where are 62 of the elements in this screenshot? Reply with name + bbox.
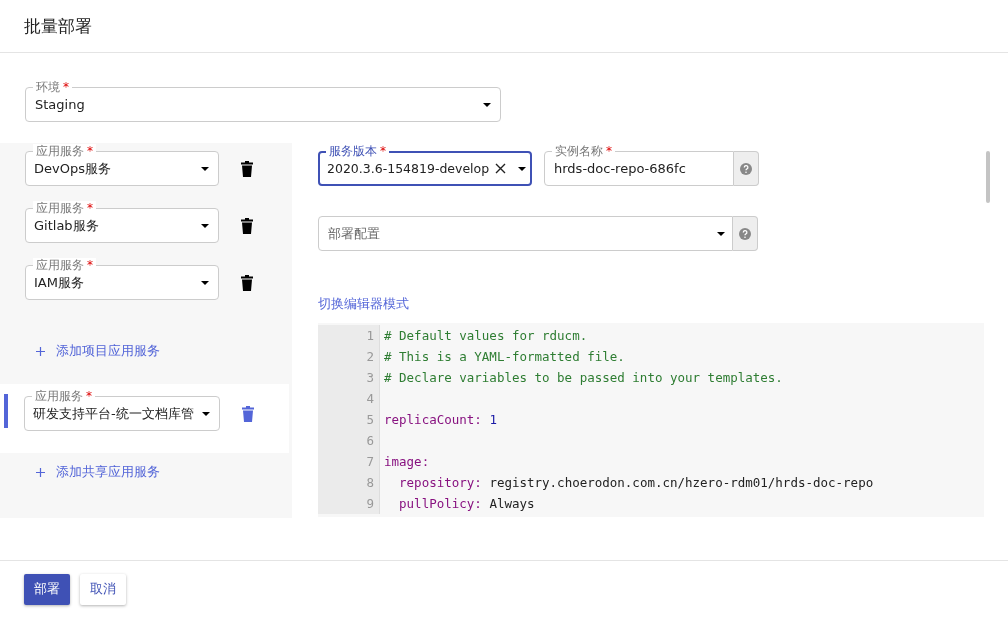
- field-label: 应用服务: [36, 258, 84, 273]
- help-icon: [740, 162, 752, 175]
- line-number: 4: [318, 388, 380, 409]
- code-line: replicaCount: 1: [384, 411, 497, 429]
- line-number: 3: [318, 367, 380, 388]
- required-mark: *: [86, 389, 92, 404]
- field-label: 应用服务: [36, 144, 84, 159]
- editor-mode-link[interactable]: 切换编辑器模式: [318, 296, 409, 313]
- deploy-config-select[interactable]: 部署配置: [318, 216, 733, 251]
- plus-icon: [36, 467, 45, 477]
- required-mark: *: [606, 144, 612, 159]
- code-line: # Declare variables to be passed into your templates.: [384, 369, 783, 387]
- field-label: 环境: [36, 80, 60, 95]
- field-label: 实例名称: [555, 144, 603, 159]
- service-select[interactable]: 应用服务 * IAM服务: [25, 257, 219, 300]
- field-label: 应用服务: [35, 389, 83, 404]
- help-addon[interactable]: [734, 151, 759, 186]
- scrollbar[interactable]: [986, 151, 990, 203]
- code-line: # Default values for rducm.: [384, 327, 588, 345]
- required-mark: *: [87, 144, 93, 159]
- caret-icon: [717, 231, 725, 236]
- required-mark: *: [87, 201, 93, 216]
- delete-icon[interactable]: [241, 274, 253, 291]
- code-line: repository: registry.choerodon.com.cn/hzero-rdm01/hrds-doc-repo: [398, 474, 874, 492]
- service-select[interactable]: 应用服务 * Gitlab服务: [25, 200, 219, 243]
- line-number: 7: [318, 451, 380, 472]
- field-label: 服务版本: [329, 144, 377, 159]
- line-number: 8: [318, 472, 380, 493]
- cancel-button[interactable]: 取消: [80, 573, 126, 605]
- code-line: # This is a YAML-formatted file.: [384, 348, 625, 366]
- code-line: pullPolicy: Always: [398, 495, 535, 513]
- caret-icon: [201, 223, 209, 228]
- help-addon[interactable]: [733, 216, 758, 251]
- service-select[interactable]: 应用服务 * DevOps服务: [25, 143, 219, 186]
- caret-icon: [518, 166, 527, 171]
- required-mark: *: [63, 80, 69, 95]
- version-select[interactable]: 服务版本 * 2020.3.6-154819-develop: [318, 143, 532, 186]
- close-icon[interactable]: [495, 163, 507, 174]
- line-number: 1: [318, 325, 380, 346]
- environment-select[interactable]: 环境 * Staging: [25, 79, 501, 122]
- code-editor[interactable]: [318, 323, 984, 517]
- caret-icon: [202, 411, 210, 416]
- field-label: 应用服务: [36, 201, 84, 216]
- help-icon: [739, 227, 751, 240]
- plus-icon: [36, 346, 45, 356]
- add-project-service-link[interactable]: 添加项目应用服务: [36, 342, 160, 360]
- line-number: 9: [318, 493, 380, 514]
- instance-name-field[interactable]: 实例名称 * hrds-doc-repo-686fc: [544, 143, 734, 186]
- line-number: 2: [318, 346, 380, 367]
- required-mark: *: [87, 258, 93, 273]
- code-line: image:: [384, 453, 430, 471]
- add-shared-service-link[interactable]: 添加共享应用服务: [36, 463, 160, 481]
- caret-icon: [483, 102, 491, 107]
- caret-icon: [201, 166, 209, 171]
- caret-icon: [201, 280, 209, 285]
- line-number: 6: [318, 430, 380, 451]
- required-mark: *: [380, 144, 386, 159]
- dialog-title: 批量部署: [24, 14, 92, 38]
- delete-icon[interactable]: [241, 160, 253, 177]
- deploy-button[interactable]: 部署: [24, 573, 70, 605]
- line-number: 5: [318, 409, 380, 430]
- delete-icon[interactable]: [241, 217, 253, 234]
